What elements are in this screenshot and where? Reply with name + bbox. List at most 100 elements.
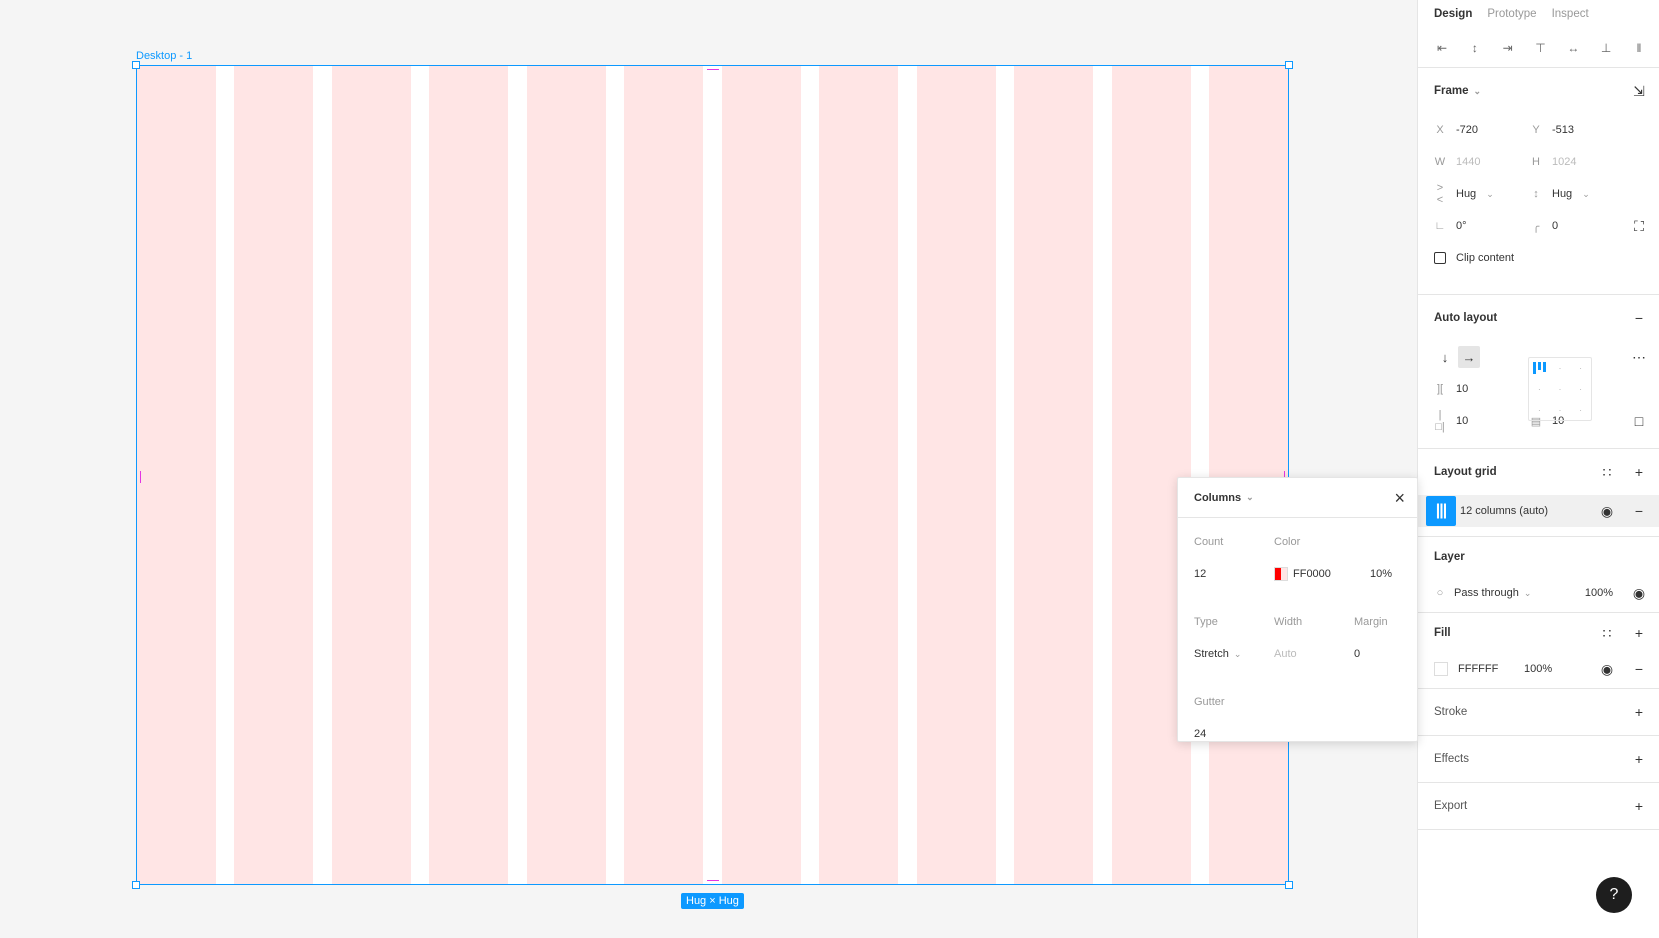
independent-corners-icon[interactable]: ⛶ bbox=[1631, 218, 1647, 234]
alignment-cell-top-left[interactable] bbox=[1529, 358, 1550, 379]
eye-icon[interactable]: ◉ bbox=[1599, 661, 1615, 677]
alignment-cell[interactable]: · bbox=[1550, 379, 1571, 400]
help-button[interactable]: ? bbox=[1596, 877, 1632, 913]
horizontal-padding-field[interactable]: |□| 10 bbox=[1434, 409, 1530, 433]
add-icon[interactable]: + bbox=[1631, 798, 1647, 814]
rotation-field[interactable]: ∟ 0° bbox=[1434, 220, 1530, 232]
h-label: H bbox=[1532, 156, 1540, 168]
gutter-input[interactable]: 24 bbox=[1194, 728, 1206, 740]
resize-handle-bottom-right[interactable] bbox=[1285, 881, 1293, 889]
layout-grid-item[interactable]: ||| 12 columns (auto) ◉ − bbox=[1418, 495, 1659, 527]
frame-section: Frame ⌄ ⇲ X -720 Y -513 W 1440 H 1024 >< Hug ⌄… bbox=[1418, 68, 1659, 295]
canvas[interactable]: Desktop - 1 Hug × Hug bbox=[0, 0, 1417, 938]
grid-styles-icon[interactable]: ∷ bbox=[1599, 464, 1615, 480]
align-right-icon[interactable]: ⇥ bbox=[1500, 40, 1516, 56]
grid-column bbox=[721, 66, 801, 884]
stroke-section: Stroke + bbox=[1418, 689, 1659, 736]
y-field[interactable]: Y -513 bbox=[1530, 124, 1626, 136]
tab-inspect[interactable]: Inspect bbox=[1552, 8, 1589, 20]
type-dropdown[interactable]: Stretch ⌄ bbox=[1194, 648, 1241, 660]
align-top-icon[interactable]: ⊤ bbox=[1532, 40, 1548, 56]
desktop-frame[interactable] bbox=[136, 65, 1289, 885]
gutter-label: Gutter bbox=[1194, 696, 1225, 708]
remove-icon[interactable]: − bbox=[1631, 503, 1647, 519]
alignment-cell[interactable]: · bbox=[1570, 358, 1591, 379]
grid-column bbox=[1111, 66, 1191, 884]
columns-grid-icon[interactable]: ||| bbox=[1426, 496, 1456, 526]
grid-type-dropdown[interactable]: Columns ⌄ bbox=[1194, 492, 1254, 504]
vertical-sizing-dropdown[interactable]: ↕ Hug ⌄ bbox=[1530, 188, 1626, 200]
corner-radius-field[interactable]: ╭ 0 bbox=[1530, 220, 1626, 233]
tab-design[interactable]: Design bbox=[1434, 8, 1472, 20]
grid-column bbox=[331, 66, 411, 884]
clip-content-checkbox[interactable] bbox=[1434, 252, 1446, 264]
horizontal-sizing-dropdown[interactable]: >< Hug ⌄ bbox=[1434, 182, 1530, 206]
alignment-cell[interactable]: · bbox=[1529, 379, 1550, 400]
add-icon[interactable]: + bbox=[1631, 704, 1647, 720]
add-icon[interactable]: + bbox=[1631, 625, 1647, 641]
alignment-cell[interactable]: · bbox=[1550, 358, 1571, 379]
fill-opacity[interactable]: 100% bbox=[1524, 663, 1552, 675]
eye-icon[interactable]: ◉ bbox=[1631, 585, 1647, 601]
x-field[interactable]: X -720 bbox=[1434, 124, 1530, 136]
individual-padding-icon[interactable]: □ bbox=[1631, 413, 1647, 429]
more-options-icon[interactable]: ⋯ bbox=[1631, 349, 1647, 365]
width-label: Width bbox=[1274, 616, 1303, 628]
y-label: Y bbox=[1532, 124, 1540, 136]
resize-handle-top-left[interactable] bbox=[132, 61, 140, 69]
frame-label[interactable]: Desktop - 1 bbox=[136, 50, 192, 62]
width-input[interactable]: Auto bbox=[1274, 648, 1297, 660]
padding-marker-top bbox=[707, 69, 719, 70]
remove-icon[interactable]: − bbox=[1631, 661, 1647, 677]
chevron-down-icon: ⌄ bbox=[1246, 492, 1254, 502]
remove-auto-layout-icon[interactable]: − bbox=[1631, 310, 1647, 326]
color-swatch[interactable] bbox=[1274, 567, 1288, 581]
grid-column bbox=[1014, 66, 1094, 884]
alignment-cell[interactable]: · bbox=[1570, 379, 1591, 400]
layout-grid-section: Layout grid ∷ + ||| 12 columns (auto) ◉ … bbox=[1418, 449, 1659, 537]
resize-handle-bottom-left[interactable] bbox=[132, 881, 140, 889]
fill-section: Fill ∷ + FFFFFF 100% ◉ − bbox=[1418, 613, 1659, 689]
add-icon[interactable]: + bbox=[1631, 464, 1647, 480]
align-horizontal-center-icon[interactable]: ↕ bbox=[1467, 40, 1483, 56]
resize-handle-top-right[interactable] bbox=[1285, 61, 1293, 69]
tab-prototype[interactable]: Prototype bbox=[1487, 8, 1536, 20]
align-left-icon[interactable]: ⇤ bbox=[1434, 40, 1450, 56]
layer-opacity-input[interactable]: 100% bbox=[1585, 587, 1613, 599]
color-input[interactable]: FF0000 bbox=[1274, 567, 1331, 581]
rotation-value: 0° bbox=[1456, 220, 1467, 232]
alignment-grid[interactable]: · · · · · · · · bbox=[1528, 357, 1592, 421]
distribute-icon[interactable]: ‖ bbox=[1631, 40, 1647, 56]
direction-vertical-icon[interactable]: ↓ bbox=[1434, 346, 1456, 368]
spacing-icon: ][ bbox=[1436, 383, 1444, 395]
direction-horizontal-icon[interactable]: → bbox=[1458, 346, 1480, 368]
alignment-toolbar: ⇤ ↕ ⇥ ⊤ ↔ ⊥ ‖ bbox=[1418, 28, 1659, 68]
margin-input[interactable]: 0 bbox=[1354, 648, 1360, 660]
alignment-cell[interactable]: · bbox=[1570, 399, 1591, 420]
fill-swatch[interactable] bbox=[1434, 662, 1448, 676]
close-icon[interactable]: × bbox=[1394, 489, 1405, 507]
horizontal-padding-icon: |□| bbox=[1435, 409, 1445, 433]
blend-mode-dropdown[interactable]: Pass through ⌄ bbox=[1454, 587, 1531, 599]
eye-icon[interactable]: ◉ bbox=[1599, 503, 1615, 519]
layer-title: Layer bbox=[1434, 551, 1465, 563]
export-title: Export bbox=[1434, 800, 1468, 812]
fill-hex[interactable]: FFFFFF bbox=[1458, 663, 1498, 675]
grid-column bbox=[429, 66, 509, 884]
count-input[interactable]: 12 bbox=[1194, 568, 1206, 580]
layout-grid-item-label: 12 columns (auto) bbox=[1460, 505, 1549, 517]
corner-radius-value: 0 bbox=[1552, 220, 1559, 232]
add-icon[interactable]: + bbox=[1631, 751, 1647, 767]
frame-dropdown[interactable]: Frame ⌄ bbox=[1434, 85, 1481, 97]
color-opacity-input[interactable]: 10% bbox=[1370, 568, 1392, 580]
frame-title: Frame bbox=[1434, 85, 1469, 97]
w-field[interactable]: W 1440 bbox=[1434, 156, 1530, 168]
align-bottom-icon[interactable]: ⊥ bbox=[1598, 40, 1614, 56]
h-field[interactable]: H 1024 bbox=[1530, 156, 1626, 168]
alignment-cell[interactable]: · bbox=[1550, 399, 1571, 420]
fill-styles-icon[interactable]: ∷ bbox=[1599, 625, 1615, 641]
alignment-cell[interactable]: · bbox=[1529, 399, 1550, 420]
resize-to-fit-icon[interactable]: ⇲ bbox=[1631, 83, 1647, 99]
item-spacing-field[interactable]: ][10 bbox=[1434, 383, 1530, 395]
align-vertical-center-icon[interactable]: ↔ bbox=[1565, 40, 1581, 56]
